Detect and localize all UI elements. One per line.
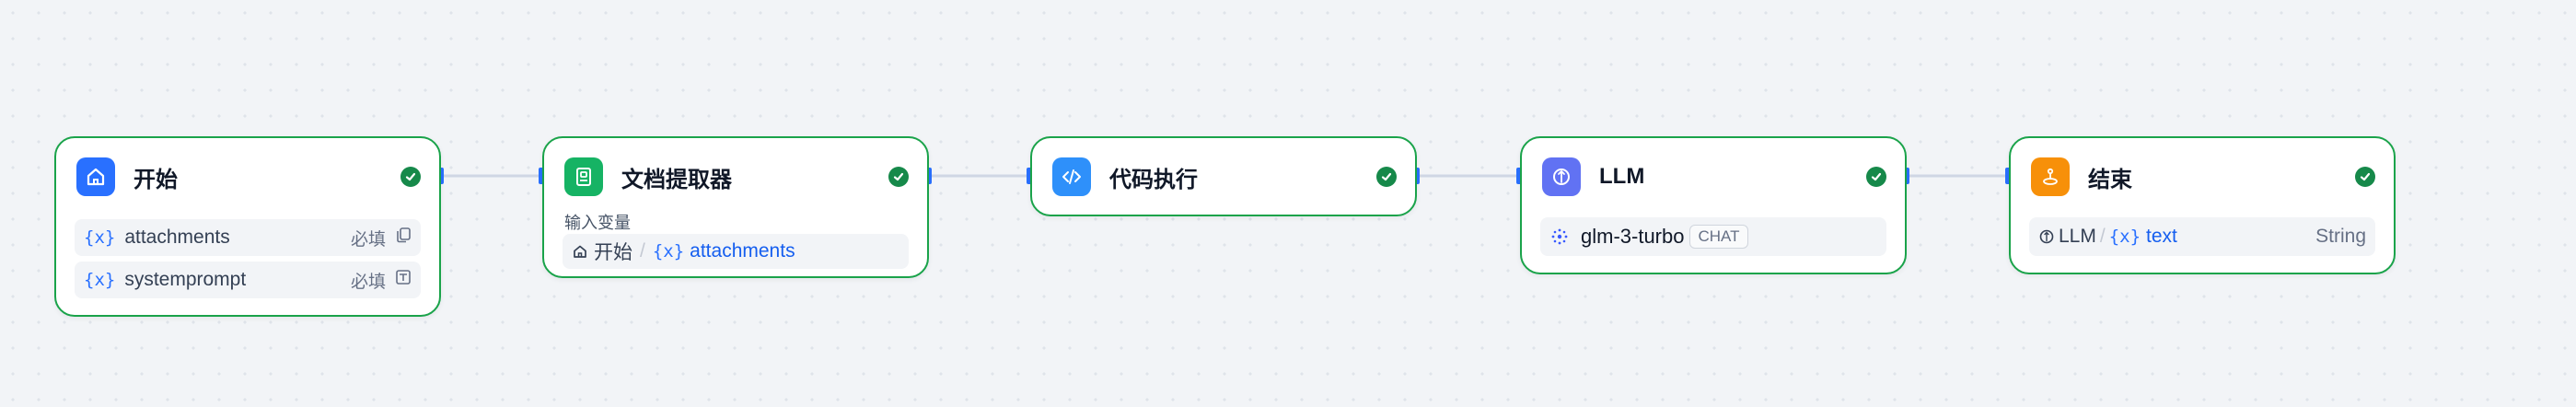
node-end[interactable]: 结束 LLM / {x} text String (2009, 136, 2396, 274)
home-icon (76, 157, 115, 196)
variable-icon: {x} (84, 227, 116, 248)
model-row[interactable]: glm-3-turbo CHAT (1540, 217, 1886, 256)
variable-icon: {x} (652, 241, 685, 262)
success-check-icon (888, 167, 909, 187)
node-code[interactable]: 代码执行 (1030, 136, 1417, 216)
path-separator: / (640, 240, 645, 262)
source-node-name: 开始 (594, 242, 632, 263)
variable-name: text (2146, 226, 2177, 247)
node-end-header: 结束 (2031, 157, 2375, 197)
files-icon (395, 227, 412, 249)
end-icon (2031, 157, 2070, 196)
success-check-icon (400, 167, 421, 187)
node-doc-extractor[interactable]: 文档提取器 输入变量 开始 / {x} attachments (542, 136, 929, 278)
node-llm-title: LLM (1599, 164, 1645, 189)
start-variable-row[interactable]: {x} attachments 必填 (75, 219, 421, 256)
llm-icon (1542, 157, 1581, 196)
success-check-icon (1376, 167, 1397, 187)
model-mode-tag: CHAT (1689, 225, 1748, 249)
model-provider-icon (1549, 227, 1570, 247)
variable-name: attachments (690, 240, 795, 262)
node-code-header: 代码执行 (1052, 157, 1397, 197)
variable-name: attachments (124, 227, 230, 248)
start-variable-row[interactable]: {x} systemprompt 必填 (75, 262, 421, 298)
model-name: glm-3-turbo (1581, 225, 1685, 248)
document-icon (564, 157, 603, 196)
llm-icon (2038, 228, 2055, 245)
node-start-header: 开始 (76, 157, 421, 197)
success-check-icon (1866, 167, 1886, 187)
node-doc-extractor-title: 文档提取器 (621, 167, 732, 192)
input-variable-row[interactable]: 开始 / {x} attachments (563, 234, 909, 269)
variable-name: systemprompt (124, 269, 247, 290)
node-start-title: 开始 (133, 167, 178, 192)
variable-icon: {x} (2108, 227, 2141, 247)
node-start[interactable]: 开始 {x} attachments 必填 {x} systemprompt 必… (54, 136, 441, 317)
node-doc-extractor-header: 文档提取器 (564, 157, 909, 197)
path-separator: / (2099, 226, 2106, 247)
node-llm-header: LLM (1542, 157, 1886, 197)
text-input-icon (395, 269, 412, 291)
node-end-title: 结束 (2088, 167, 2132, 192)
variable-icon: {x} (84, 270, 116, 290)
node-llm[interactable]: LLM glm-3-turbo CHAT (1520, 136, 1907, 274)
required-label: 必填 (350, 272, 386, 292)
code-icon (1052, 157, 1091, 196)
output-variable-row[interactable]: LLM / {x} text String (2029, 217, 2375, 256)
node-code-title: 代码执行 (1109, 167, 1198, 192)
required-label: 必填 (350, 229, 386, 250)
success-check-icon (2355, 167, 2375, 187)
input-variable-label: 输入变量 (564, 214, 631, 232)
source-node-name: LLM (2059, 226, 2096, 247)
home-icon (572, 243, 588, 260)
variable-type: String (2315, 226, 2366, 247)
